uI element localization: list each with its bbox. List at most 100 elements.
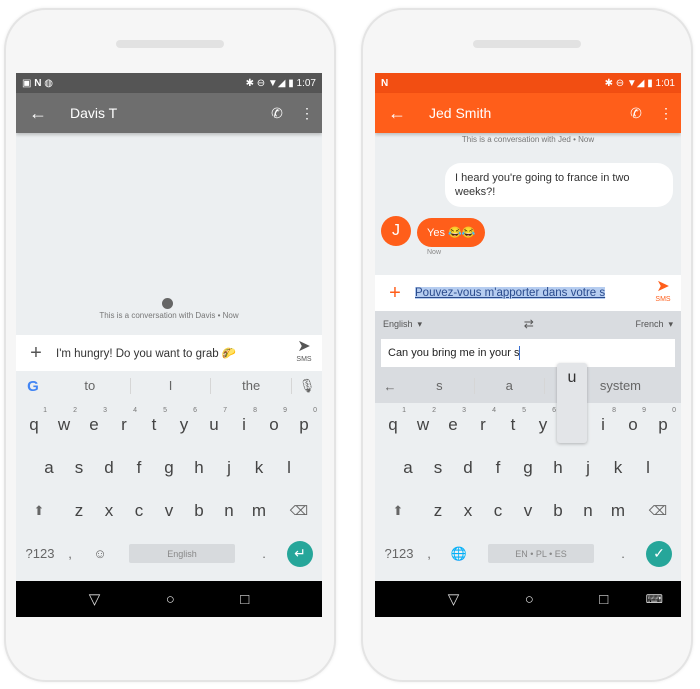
- comma-key[interactable]: ,: [414, 546, 444, 561]
- key-y[interactable]: y6: [528, 407, 558, 435]
- key-u[interactable]: u7: [199, 407, 229, 435]
- key-w[interactable]: w2: [408, 407, 438, 435]
- period-key[interactable]: .: [249, 546, 279, 561]
- space-key[interactable]: English: [129, 544, 235, 563]
- key-f[interactable]: f: [483, 458, 513, 478]
- suggestion[interactable]: the: [211, 378, 293, 394]
- suggestion[interactable]: s: [405, 378, 475, 394]
- key-p[interactable]: p0: [648, 407, 678, 435]
- comma-key[interactable]: ,: [55, 546, 85, 561]
- key-l[interactable]: l: [633, 458, 663, 478]
- key-s[interactable]: s: [64, 458, 94, 478]
- suggestion[interactable]: I: [131, 378, 212, 394]
- globe-key-icon[interactable]: 🌐: [444, 546, 474, 562]
- target-language[interactable]: French ▾: [635, 319, 673, 330]
- back-arrow-icon[interactable]: ←: [375, 103, 419, 124]
- backspace-key-icon[interactable]: ⌫: [284, 503, 314, 519]
- key-f[interactable]: f: [124, 458, 154, 478]
- swap-languages-icon[interactable]: ⇄: [422, 317, 635, 331]
- key-m[interactable]: m: [244, 501, 274, 521]
- translate-input[interactable]: Can you bring me in your s: [381, 339, 675, 367]
- suggestion[interactable]: a: [475, 378, 545, 394]
- message-input[interactable]: Pouvez-vous m'apporter dans votre s: [415, 287, 645, 299]
- emoji-key-icon[interactable]: ☺: [85, 546, 115, 561]
- shift-key-icon[interactable]: ⬆: [383, 503, 413, 519]
- key-i[interactable]: i8: [588, 407, 618, 435]
- key-a[interactable]: a: [34, 458, 64, 478]
- avatar[interactable]: J: [381, 216, 411, 246]
- key-e[interactable]: e3: [438, 407, 468, 435]
- phone-icon[interactable]: ✆: [262, 105, 292, 122]
- nav-home-icon[interactable]: ○: [166, 591, 175, 608]
- key-g[interactable]: g: [154, 458, 184, 478]
- suggestion[interactable]: to: [50, 378, 131, 394]
- nav-recents-icon[interactable]: □: [599, 591, 608, 608]
- nav-back-icon[interactable]: ▽: [89, 590, 101, 608]
- key-w[interactable]: w2: [49, 407, 79, 435]
- more-vert-icon[interactable]: ⋮: [292, 105, 322, 122]
- done-key-icon[interactable]: ✓: [646, 540, 672, 567]
- mic-icon[interactable]: 🎙: [292, 378, 322, 394]
- space-key[interactable]: EN • PL • ES: [488, 544, 594, 563]
- shift-key-icon[interactable]: ⬆: [24, 503, 54, 519]
- more-vert-icon[interactable]: ⋮: [651, 105, 681, 122]
- key-h[interactable]: h: [543, 458, 573, 478]
- key-e[interactable]: e3: [79, 407, 109, 435]
- key-p[interactable]: p0: [289, 407, 319, 435]
- symbols-key[interactable]: ?123: [25, 546, 55, 561]
- back-arrow-icon[interactable]: ←: [375, 379, 405, 394]
- key-v[interactable]: v: [513, 501, 543, 521]
- key-j[interactable]: j: [573, 458, 603, 478]
- right-phone: N ✱ ⊖ ▼◢ ▮ 1:01 ← Jed Smith ✆ ⋮ This is …: [361, 8, 693, 682]
- key-d[interactable]: d: [94, 458, 124, 478]
- key-k[interactable]: k: [244, 458, 274, 478]
- key-t[interactable]: t5: [139, 407, 169, 435]
- key-x[interactable]: x: [453, 501, 483, 521]
- nav-recents-icon[interactable]: □: [240, 591, 249, 608]
- key-g[interactable]: g: [513, 458, 543, 478]
- symbols-key[interactable]: ?123: [384, 546, 414, 561]
- key-b[interactable]: b: [184, 501, 214, 521]
- key-j[interactable]: j: [214, 458, 244, 478]
- back-arrow-icon[interactable]: ←: [16, 103, 60, 124]
- message-input[interactable]: I'm hungry! Do you want to grab 🌮: [56, 346, 286, 360]
- google-icon[interactable]: G: [16, 378, 50, 395]
- send-button[interactable]: ➤ SMS: [645, 279, 681, 306]
- phone-icon[interactable]: ✆: [621, 105, 651, 122]
- nav-back-icon[interactable]: ▽: [448, 590, 460, 608]
- add-attachment-icon[interactable]: +: [375, 282, 415, 305]
- key-c[interactable]: c: [124, 501, 154, 521]
- enter-key-icon[interactable]: ↵: [287, 540, 313, 567]
- key-c[interactable]: c: [483, 501, 513, 521]
- key-o[interactable]: o9: [259, 407, 289, 435]
- key-r[interactable]: r4: [109, 407, 139, 435]
- add-attachment-icon[interactable]: +: [16, 342, 56, 365]
- key-k[interactable]: k: [603, 458, 633, 478]
- key-l[interactable]: l: [274, 458, 304, 478]
- keyboard-switch-icon[interactable]: ⌨: [646, 592, 663, 606]
- key-z[interactable]: z: [423, 501, 453, 521]
- key-s[interactable]: s: [423, 458, 453, 478]
- key-m[interactable]: m: [603, 501, 633, 521]
- key-t[interactable]: t5: [498, 407, 528, 435]
- key-n[interactable]: n: [573, 501, 603, 521]
- key-x[interactable]: x: [94, 501, 124, 521]
- key-a[interactable]: a: [393, 458, 423, 478]
- key-o[interactable]: o9: [618, 407, 648, 435]
- key-n[interactable]: n: [214, 501, 244, 521]
- key-z[interactable]: z: [64, 501, 94, 521]
- key-v[interactable]: v: [154, 501, 184, 521]
- backspace-key-icon[interactable]: ⌫: [643, 503, 673, 519]
- key-d[interactable]: d: [453, 458, 483, 478]
- key-r[interactable]: r4: [468, 407, 498, 435]
- send-button[interactable]: ➤ SMS: [286, 339, 322, 366]
- period-key[interactable]: .: [608, 546, 638, 561]
- key-h[interactable]: h: [184, 458, 214, 478]
- key-i[interactable]: i8: [229, 407, 259, 435]
- key-y[interactable]: y6: [169, 407, 199, 435]
- source-language[interactable]: English ▾: [383, 319, 422, 330]
- key-b[interactable]: b: [543, 501, 573, 521]
- key-q[interactable]: q1: [378, 407, 408, 435]
- key-q[interactable]: q1: [19, 407, 49, 435]
- nav-home-icon[interactable]: ○: [525, 591, 534, 608]
